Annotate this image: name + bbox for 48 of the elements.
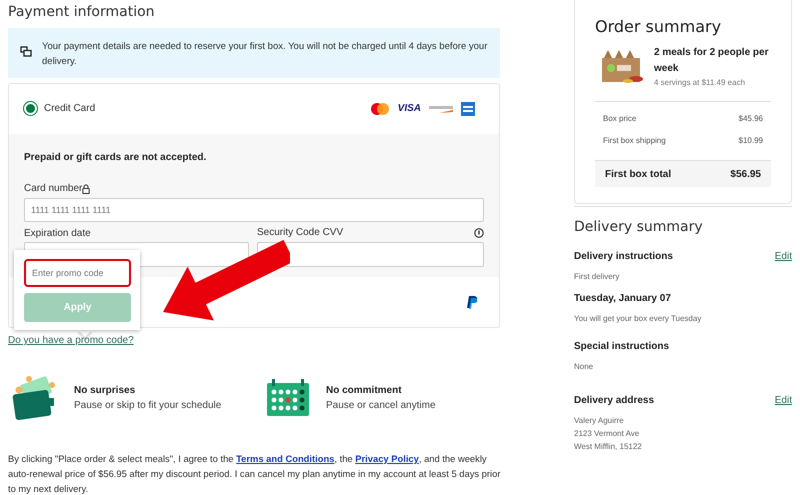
- section-title: Payment information: [8, 3, 156, 22]
- subsection-heading: Tuesday, January 07: [574, 292, 671, 306]
- total-value: $56.95: [730, 168, 761, 182]
- subsection-heading: Special instructions: [574, 340, 670, 354]
- amex-icon: [461, 102, 475, 116]
- detail-text: West Mifflin, 15122: [574, 441, 643, 453]
- mastercard-icon: [370, 102, 390, 115]
- calendar-icon: [266, 379, 310, 417]
- info-icon: [474, 228, 484, 238]
- notice-text: Your payment details are needed to reserve your first box. You will not be charged until 4 days before your delivery.: [42, 40, 488, 69]
- plan-detail: 4 servings at $11.49 each: [654, 77, 746, 89]
- feature-title: No commitment: [326, 384, 403, 398]
- legal-text: By clicking "Place order & select meals", I agree to the Terms and Conditions, the Privacy Policy, and the weekly auto-renewal price of $56.95 after my discount period. I can cancel my plan anytime in my account at least 5 days prior to my next delivery.: [8, 452, 502, 495]
- edit-link[interactable]: Edit: [774, 249, 792, 264]
- section-title: Delivery summary: [574, 218, 704, 237]
- plan-name: 2 meals for 2 people per week: [654, 46, 770, 76]
- feature-text: Pause or skip to fit your schedule: [74, 399, 222, 413]
- card-title: Order summary: [595, 16, 722, 38]
- feature-title: No surprises: [74, 384, 136, 398]
- price-label: First box shipping: [603, 135, 666, 147]
- price-label: Box price: [603, 113, 636, 125]
- subsection-heading: Delivery instructions: [574, 250, 673, 264]
- radio-label: Credit Card: [44, 102, 96, 116]
- price-value: $10.99: [738, 135, 763, 147]
- visa-logo: VISA: [398, 102, 421, 116]
- detail-text: 2123 Vermont Ave: [574, 428, 640, 440]
- detail-text: First delivery: [574, 271, 620, 283]
- cards-icon: [20, 46, 32, 57]
- card-number-field[interactable]: 1111 1111 1111 1111: [24, 198, 484, 222]
- warning-text: Prepaid or gift cards are not accepted.: [24, 150, 208, 165]
- field-label: Card number: [24, 182, 82, 196]
- lock-icon: [82, 184, 90, 194]
- feature-text: Pause or cancel anytime: [326, 399, 436, 413]
- policy-link[interactable]: Privacy Policy: [355, 453, 419, 464]
- promo-code-link[interactable]: Do you have a promo code?: [8, 333, 134, 348]
- wallet-icon: [12, 374, 58, 422]
- detail-text: Valery Aguirre: [574, 415, 625, 427]
- radio-button[interactable]: [23, 101, 38, 116]
- detail-text: None: [574, 361, 594, 373]
- price-value: $45.96: [738, 113, 763, 125]
- paypal-icon: [467, 296, 477, 309]
- edit-link[interactable]: Edit: [774, 393, 792, 408]
- field-label: Security Code CVV: [257, 226, 344, 240]
- subsection-heading: Delivery address: [574, 394, 654, 408]
- total-label: First box total: [605, 168, 672, 182]
- field-label: Expiration date: [24, 226, 92, 240]
- detail-text: You will get your box every Tuesday: [574, 313, 702, 325]
- policy-link[interactable]: Terms and Conditions: [236, 453, 334, 464]
